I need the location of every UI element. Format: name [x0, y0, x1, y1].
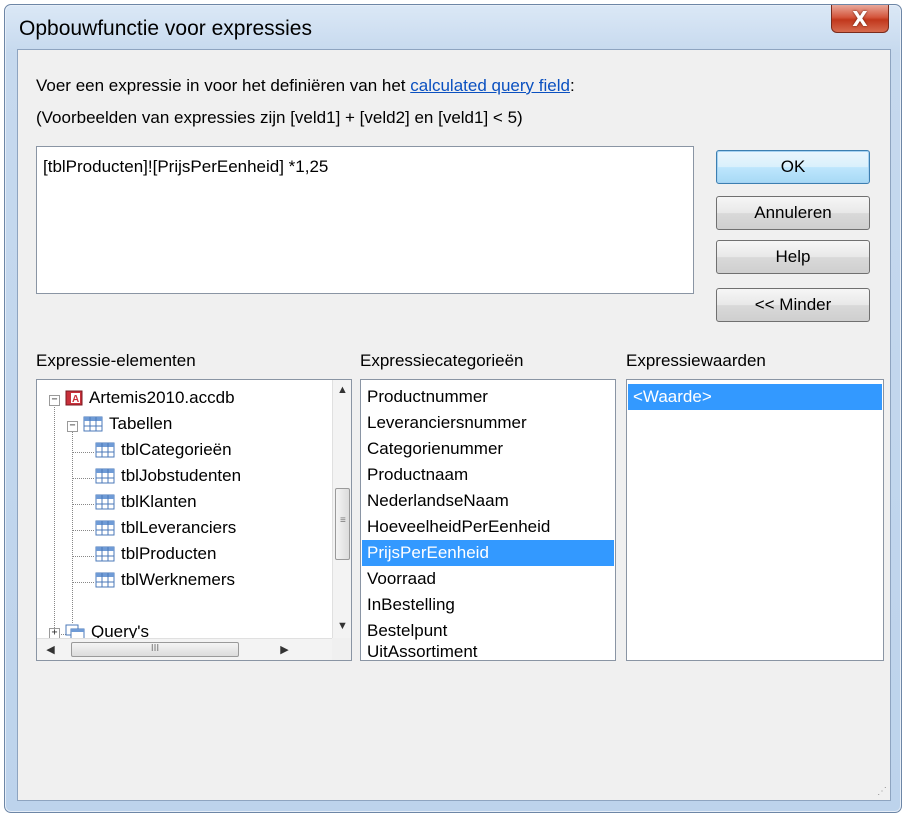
elements-label: Expressie-elementen [36, 351, 196, 370]
tree-node-table-label: tblWerknemers [121, 570, 235, 589]
scrollbar-corner [332, 638, 351, 660]
tree-node-database-label: Artemis2010.accdb [89, 388, 235, 407]
elements-tree[interactable]: − A Artemis2010.accdb − Tabellen tblCate… [36, 379, 352, 661]
tree-vscroll-thumb[interactable]: ≡ [335, 488, 350, 560]
table-icon [83, 416, 103, 432]
resize-grip-icon[interactable]: ⋰ [877, 786, 887, 797]
ok-button[interactable]: OK [716, 150, 870, 184]
close-icon: X [852, 6, 868, 31]
scroll-down-icon[interactable]: ▼ [333, 620, 352, 632]
tree-hscroll-thumb[interactable]: III [71, 642, 239, 657]
category-item[interactable]: UitAssortiment [367, 643, 478, 660]
description-line-1: Voer een expressie in voor het definiëre… [36, 76, 575, 96]
collapse-tables-icon[interactable]: − [67, 421, 78, 432]
description-colon: : [569, 76, 575, 95]
calculated-query-field-link[interactable]: calculated query field [410, 76, 570, 95]
tree-node-database[interactable]: A Artemis2010.accdb [65, 388, 235, 408]
tree-node-table-label: tblKlanten [121, 492, 197, 511]
collapse-root-icon[interactable]: − [49, 395, 60, 406]
value-item-selected[interactable]: <Waarde> [628, 384, 882, 410]
category-item[interactable]: Leveranciersnummer [367, 410, 527, 436]
table-icon [95, 494, 115, 510]
category-item[interactable]: NederlandseNaam [367, 488, 509, 514]
categories-list[interactable]: Productnummer Leveranciersnummer Categor… [360, 379, 616, 661]
tree-node-table[interactable]: tblKlanten [95, 492, 197, 512]
tree-node-queries[interactable]: Query's [65, 622, 149, 639]
table-icon [95, 442, 115, 458]
scroll-up-icon[interactable]: ▲ [333, 384, 352, 396]
category-item[interactable]: Voorraad [367, 566, 436, 592]
table-icon [95, 546, 115, 562]
categories-label: Expressiecategorieën [360, 351, 524, 370]
category-item-selected[interactable]: PrijsPerEenheid [362, 540, 614, 566]
tree-node-table-label: tblLeveranciers [121, 518, 237, 537]
cancel-button[interactable]: Annuleren [716, 196, 870, 230]
category-item[interactable]: Productnummer [367, 384, 488, 410]
tree-node-table-label: tblProducten [121, 544, 217, 563]
category-item[interactable]: HoeveelheidPerEenheid [367, 514, 550, 540]
window-title: Opbouwfunctie voor expressies [19, 17, 312, 40]
values-list[interactable]: <Waarde> [626, 379, 884, 661]
expression-input[interactable]: [tblProducten]![PrijsPerEenheid] *1,25 [36, 146, 694, 294]
close-button[interactable]: X [831, 5, 889, 33]
category-item[interactable]: InBestelling [367, 592, 455, 618]
table-icon [95, 520, 115, 536]
dialog-window: Opbouwfunctie voor expressies X Voer een… [4, 4, 902, 813]
query-icon [65, 624, 85, 639]
help-button[interactable]: Help [716, 240, 870, 274]
scroll-right-icon[interactable]: ▶ [275, 643, 294, 656]
description-line-2: (Voorbeelden van expressies zijn [veld1]… [36, 108, 523, 127]
tree-node-tables[interactable]: Tabellen [83, 414, 172, 434]
less-button[interactable]: << Minder [716, 288, 870, 322]
tree-node-table[interactable]: tblLeveranciers [95, 518, 236, 538]
scroll-left-icon[interactable]: ◀ [41, 643, 60, 656]
svg-text:A: A [72, 394, 79, 405]
table-icon [95, 572, 115, 588]
title-bar[interactable]: Opbouwfunctie voor expressies X [5, 5, 901, 49]
category-item[interactable]: Categorienummer [367, 436, 503, 462]
tree-node-tables-label: Tabellen [109, 414, 173, 433]
category-item[interactable]: Productnaam [367, 462, 468, 488]
tree-node-table[interactable]: tblProducten [95, 544, 216, 564]
tree-vertical-scrollbar[interactable]: ▲ ≡ ▼ [332, 380, 351, 639]
tree-horizontal-scrollbar[interactable]: ◀ III ▶ [37, 638, 333, 660]
tree-node-table-label: tblJobstudenten [121, 466, 242, 485]
tree-node-table[interactable]: tblJobstudenten [95, 466, 241, 486]
tree-node-table[interactable]: tblCategorieën [95, 440, 232, 460]
access-database-icon: A [65, 390, 83, 406]
category-item[interactable]: Bestelpunt [367, 618, 447, 644]
tree-node-queries-label: Query's [91, 622, 150, 639]
tree-content: − A Artemis2010.accdb − Tabellen tblCate… [37, 380, 333, 639]
values-label: Expressiewaarden [626, 351, 766, 370]
tree-node-table[interactable]: tblWerknemers [95, 570, 235, 590]
table-icon [95, 468, 115, 484]
tree-node-table-label: tblCategorieën [121, 440, 232, 459]
description-text: Voer een expressie in voor het definiëre… [36, 76, 411, 95]
dialog-body: Voer een expressie in voor het definiëre… [17, 49, 891, 801]
